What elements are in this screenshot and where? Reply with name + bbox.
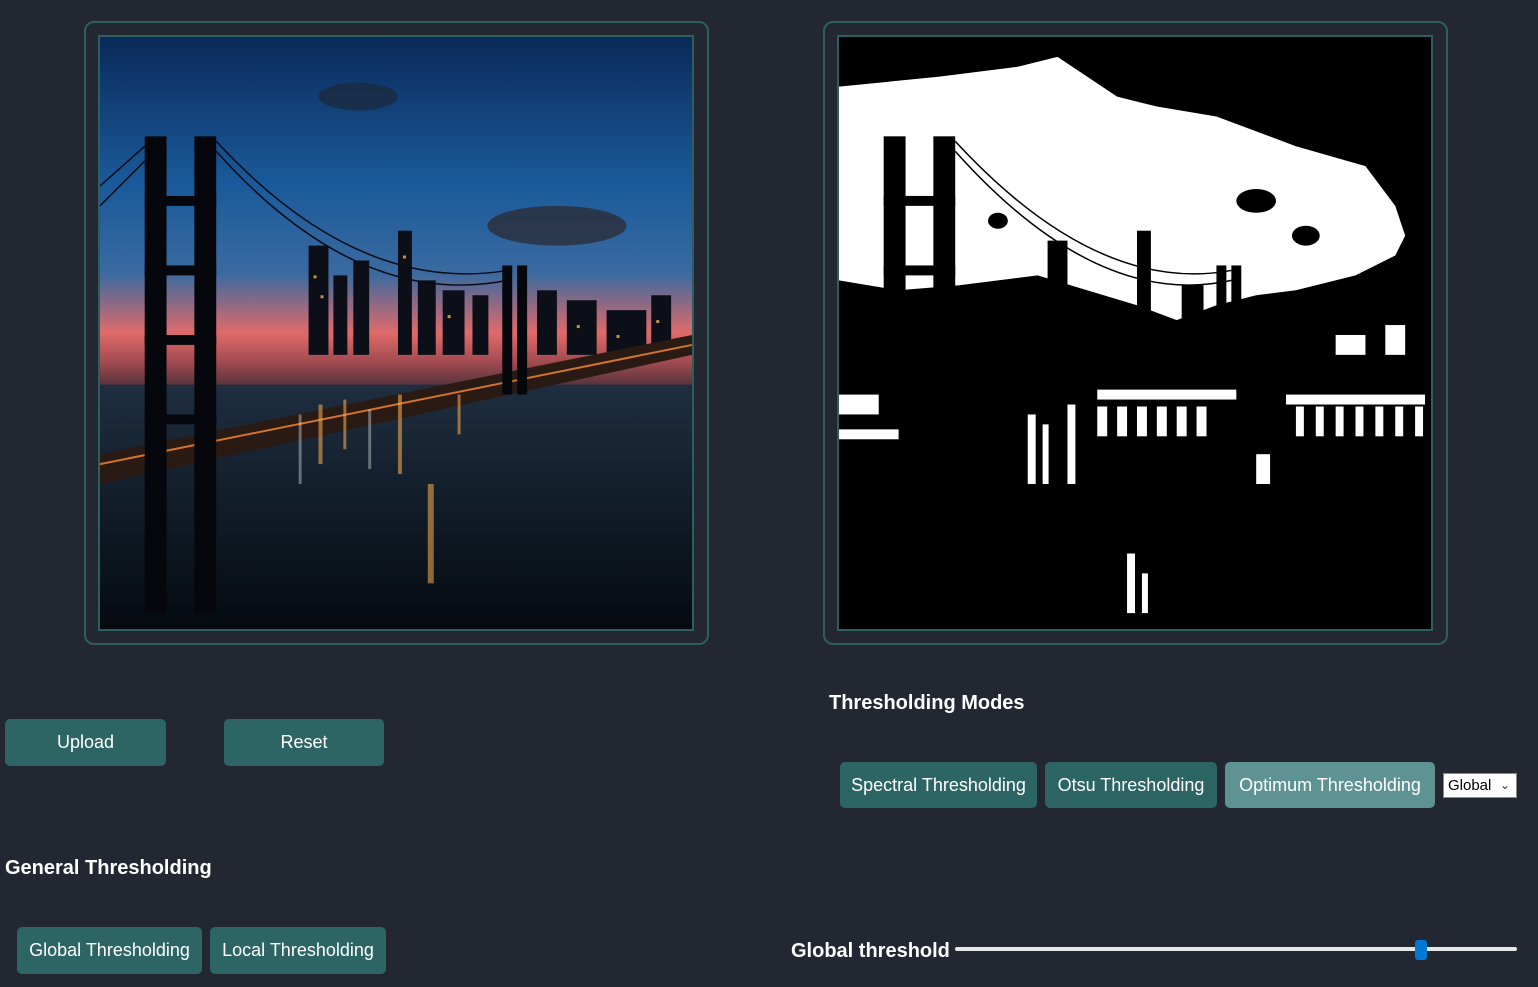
input-image-graphic: [100, 37, 692, 629]
input-image-panel: [84, 21, 709, 645]
scope-select[interactable]: Global ⌄: [1443, 773, 1517, 798]
output-image: [837, 35, 1433, 631]
thresholding-modes-heading: Thresholding Modes: [829, 692, 1025, 714]
otsu-thresholding-button[interactable]: Otsu Thresholding: [1045, 762, 1217, 808]
output-image-panel: [823, 21, 1448, 645]
optimum-thresholding-button[interactable]: Optimum Thresholding: [1225, 762, 1435, 808]
global-threshold-label: Global threshold: [791, 940, 950, 962]
global-threshold-slider-track[interactable]: [955, 947, 1517, 951]
chevron-down-icon: ⌄: [1499, 778, 1510, 792]
general-thresholding-heading: General Thresholding: [5, 857, 212, 879]
input-image: [98, 35, 694, 631]
spectral-thresholding-button[interactable]: Spectral Thresholding: [840, 762, 1037, 808]
upload-button[interactable]: Upload: [5, 719, 166, 766]
output-image-graphic: [839, 37, 1431, 629]
reset-button[interactable]: Reset: [224, 719, 384, 766]
global-threshold-slider-thumb[interactable]: [1415, 940, 1428, 960]
global-thresholding-button[interactable]: Global Thresholding: [17, 927, 202, 974]
local-thresholding-button[interactable]: Local Thresholding: [210, 927, 386, 974]
scope-select-value: Global: [1448, 777, 1492, 794]
